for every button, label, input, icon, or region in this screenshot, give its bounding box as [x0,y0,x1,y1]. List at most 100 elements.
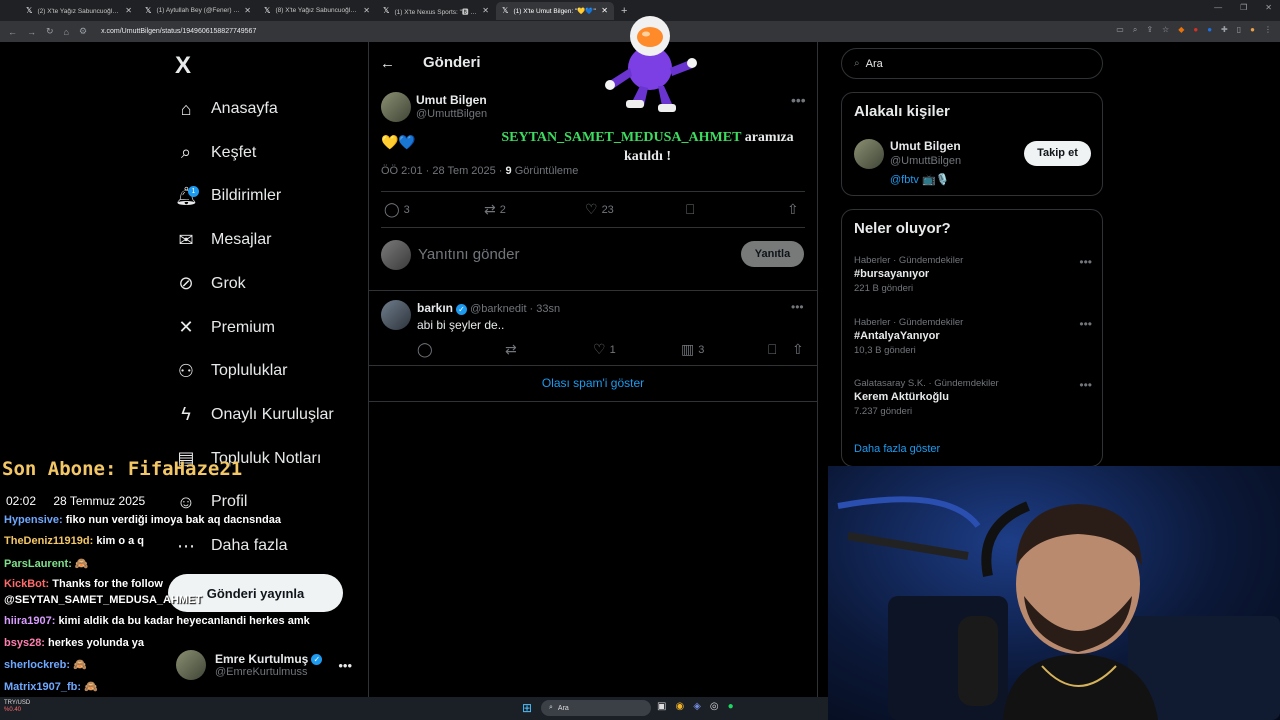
related-name[interactable]: Umut Bilgen [890,139,961,153]
taskbar-search[interactable]: ⌕ Ara [541,700,651,716]
reply-input[interactable]: Yanıtını gönder [418,246,519,263]
site-info-icon[interactable]: ⚙ [79,26,87,37]
cast-icon[interactable]: ▭ [1116,25,1124,35]
close-tab-icon[interactable]: ✕ [482,6,489,15]
back-arrow-icon[interactable]: ← [380,55,395,72]
share-icon[interactable]: ⇪ [1146,25,1153,35]
close-window-icon[interactable]: ✕ [1265,3,1272,12]
bookmark-action[interactable]: ⎕ [768,341,776,358]
bell-icon: 🔔︎ 1 [175,185,199,206]
avatar[interactable] [854,139,884,169]
share-action[interactable]: ⇧ [792,341,804,358]
trend-item[interactable]: Haberler · Gündemdekiler #bursayanıyor 221… [854,255,1092,294]
reply-author-name[interactable]: barkın [417,301,453,315]
nav-item-onaylı-kuruluşlar[interactable]: ϟ Onaylı Kuruluşlar [175,400,333,430]
account-handle: @EmreKurtulmuss [215,666,308,678]
minimize-icon[interactable]: — [1214,3,1222,12]
spotify-icon[interactable]: ● [728,701,734,712]
reply-author-avatar[interactable] [381,300,411,330]
x-logo[interactable]: X [175,52,191,80]
more-icon[interactable]: ••• [1079,378,1092,392]
extension-icon[interactable]: ● [1207,25,1212,35]
extension-icon[interactable]: ◆ [1178,25,1184,35]
chat-message: sherlockreb: 🙈 [4,659,87,671]
more-circle-icon: ⋯ [177,535,195,556]
close-tab-icon[interactable]: ✕ [363,6,370,15]
obs-icon[interactable]: ◎ [710,701,719,712]
bookmark-action[interactable]: ⎕ [686,201,694,218]
chat-message: KickBot: Thanks for the follow [4,578,163,590]
chat-message: Matrix1907_fb: 🙈 [4,681,98,693]
close-tab-icon[interactable]: ✕ [244,6,251,15]
reply-action[interactable]: ◯ 3 [384,201,410,218]
author-handle[interactable]: @UmuttBilgen [416,108,487,120]
views-label: Görüntüleme [514,165,579,177]
window-controls: — ❐ ✕ [1214,3,1272,12]
chart-icon: ▥ [681,341,695,357]
related-bio: @fbtv 📺🎙️ [890,174,950,186]
nav-item-anasayfa[interactable]: ⌂ Anasayfa [175,94,278,124]
post-time[interactable]: ÖÖ 2:01 · 28 Tem 2025 · [381,165,502,177]
more-icon[interactable]: ••• [1079,317,1092,331]
reload-icon[interactable]: ↻ [46,26,54,37]
maximize-icon[interactable]: ❐ [1240,3,1247,12]
nav-item-daha-fazla[interactable]: ⋯ Daha fazla [175,531,288,561]
url-text[interactable]: x.com/UmuttBilgen/status/194960615882774… [101,28,256,35]
share-action[interactable]: ⇧ [787,201,799,218]
show-spam-link[interactable]: Olası spam'i göster [368,376,818,390]
menu-dots-icon[interactable]: ⋮ [1264,25,1272,35]
related-handle[interactable]: @UmuttBilgen [890,155,961,167]
browser-tab[interactable]: 𝕏 (1) X'te Nexus Sports: "🅱 Bral ✕ [377,2,495,20]
forward-icon[interactable]: → [27,27,36,37]
reply-author-handle[interactable]: @barknedit · 33sn [470,303,560,315]
trend-item[interactable]: Galatasaray S.K. · Gündemdekiler Kerem Ak… [854,378,1092,417]
puzzle-icon[interactable]: ✚ [1221,25,1228,35]
nav-item-premium[interactable]: ✕ Premium [175,313,275,343]
browser-tab[interactable]: 𝕏 (8) X'te Yağız Sabuncuoğlu: "@ ✕ [258,2,376,20]
author-avatar[interactable] [381,92,411,122]
bookmark-star-icon[interactable]: ☆ [1162,25,1169,35]
stock-ticker: TRY/USD %0.40 [4,700,31,713]
more-icon[interactable]: ••• [791,92,806,108]
nav-item-keşfet[interactable]: ⌕ Keşfet [175,138,256,168]
author-name[interactable]: Umut Bilgen [416,93,487,107]
chat-message: @SEYTAN_SAMET_MEDUSA_AHMET [4,594,203,606]
account-switcher[interactable]: Emre Kurtulmuş ✓ @EmreKurtulmuss ••• [176,647,356,683]
close-tab-icon[interactable]: ✕ [125,6,132,15]
reply-button[interactable]: Yanıtla [741,241,804,267]
divider [369,365,817,366]
views-action[interactable]: ▥ 3 [681,341,704,358]
browser-tab[interactable]: 𝕏 (1) X'te Umut Bilgen: "💛💙" ✕ [496,1,614,20]
repost-action[interactable]: ⇄ [505,341,517,358]
back-icon[interactable]: ← [8,27,17,37]
nav-item-profil[interactable]: ☺ Profil [175,487,248,517]
like-action[interactable]: ♡ 1 [593,341,616,358]
nav-item-mesajlar[interactable]: ✉ Mesajlar [175,225,271,255]
nav-item-bildirimler[interactable]: 🔔︎ 1 Bildirimler [175,181,281,211]
extension-icon[interactable]: ● [1193,25,1198,35]
windows-start-icon[interactable]: ⊞ [522,701,532,715]
post-button[interactable]: Gönderi yayınla [168,574,343,612]
show-more-link[interactable]: Daha fazla göster [854,443,940,455]
nav-item-topluluklar[interactable]: ⚇ Topluluklar [175,356,288,386]
reply-header: barkın ✓ @barknedit · 33sn [417,301,560,315]
browser-tab[interactable]: 𝕏 (1) Aytullah Bey (@Fener) adlı ✕ [139,2,257,20]
browser-tab[interactable]: 𝕏 (2) X'te Yağız Sabuncuoğlu: "🏅 ✕ [20,2,138,20]
profile-avatar-icon[interactable]: ● [1250,25,1255,35]
trend-item[interactable]: Haberler · Gündemdekiler #AntalyaYanıyor 1… [854,317,1092,356]
task-view-icon[interactable]: ▣ [657,701,666,712]
sidebar-icon[interactable]: ▯ [1237,25,1241,35]
zoom-icon[interactable]: ⌕ [1133,25,1137,35]
follow-button[interactable]: Takip et [1024,141,1091,166]
more-icon[interactable]: ••• [1079,255,1092,269]
discord-icon[interactable]: ◈ [693,701,701,712]
home-browser-icon[interactable]: ⌂ [64,27,69,37]
reply-action[interactable]: ◯ [417,341,433,358]
nav-item-grok[interactable]: ⊘ Grok [175,269,245,299]
more-icon[interactable]: ••• [791,300,804,314]
chrome-icon[interactable]: ◉ [675,701,684,712]
repost-action[interactable]: ⇄ 2 [484,201,506,218]
x-favicon-icon: 𝕏 [145,6,152,15]
like-action[interactable]: ♡ 23 [585,201,614,218]
search-input[interactable]: ⌕ Ara [841,48,1103,79]
